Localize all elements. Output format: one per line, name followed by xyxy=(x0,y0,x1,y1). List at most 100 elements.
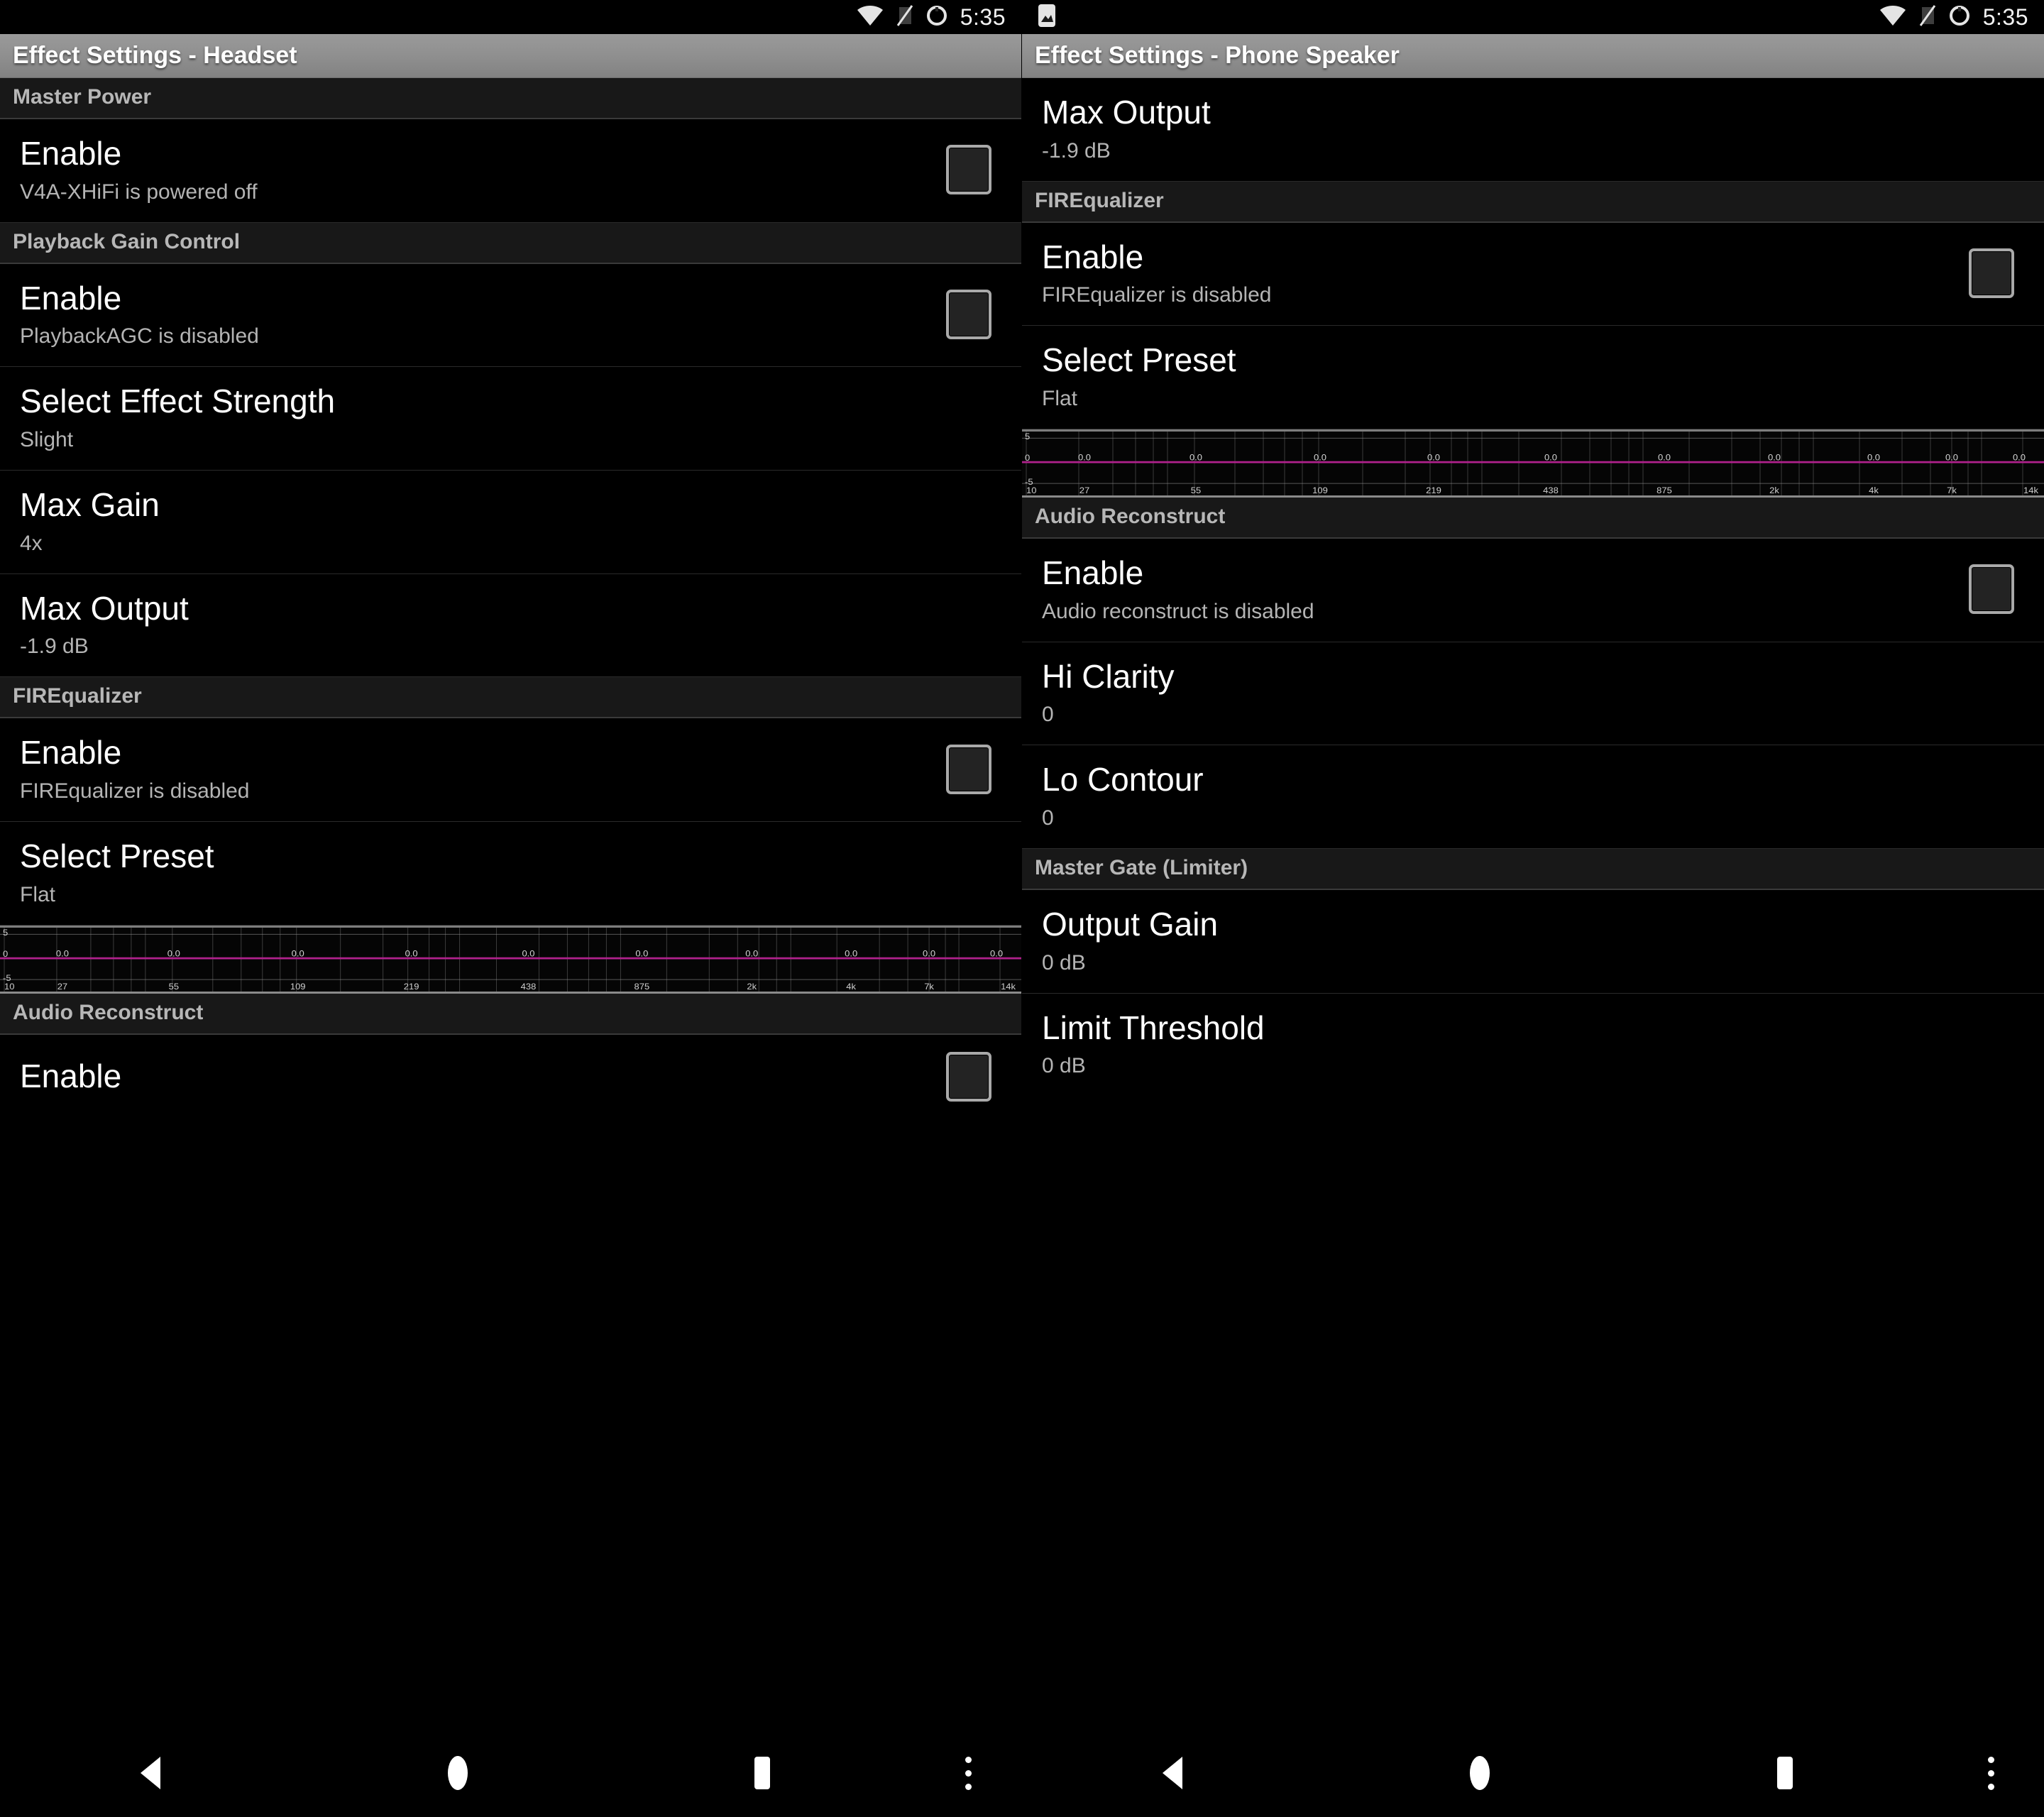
svg-text:0.0: 0.0 xyxy=(1544,453,1557,463)
svg-text:109: 109 xyxy=(1312,486,1328,495)
settings-row[interactable]: Select Preset Flat xyxy=(1022,326,2044,430)
svg-text:438: 438 xyxy=(1543,486,1559,495)
svg-text:14k: 14k xyxy=(1001,982,1016,991)
recents-button[interactable] xyxy=(610,1729,915,1817)
page-title-left: Effect Settings - Headset xyxy=(13,42,297,69)
enable-checkbox[interactable] xyxy=(1969,248,2014,298)
settings-row-texts: Max Output -1.9 dB xyxy=(1042,94,2031,163)
settings-row-title: Enable xyxy=(20,135,122,172)
svg-text:27: 27 xyxy=(1079,486,1089,495)
right-phone-panel: 5:35 Effect Settings - Phone Speaker Max… xyxy=(1022,0,2044,1817)
section-header: Audio Reconstruct xyxy=(1022,498,2044,539)
settings-row[interactable]: Lo Contour 0 xyxy=(1022,745,2044,850)
settings-row-title: Select Effect Strength xyxy=(20,383,336,420)
settings-row-summary: 0 dB xyxy=(1042,950,1086,975)
settings-row[interactable]: Enable Audio reconstruct is disabled xyxy=(1022,539,2044,642)
svg-text:0.0: 0.0 xyxy=(1658,453,1671,463)
wifi-icon xyxy=(857,5,884,30)
settings-row-title: Max Output xyxy=(1042,94,1211,131)
svg-text:14k: 14k xyxy=(2023,486,2039,495)
svg-text:5: 5 xyxy=(3,928,8,938)
svg-text:7k: 7k xyxy=(924,982,934,991)
settings-row-summary: -1.9 dB xyxy=(1042,138,1111,163)
settings-row-summary: 0 xyxy=(1042,806,1054,830)
svg-text:438: 438 xyxy=(521,982,537,991)
enable-checkbox[interactable] xyxy=(946,744,991,794)
settings-row[interactable]: Max Output -1.9 dB xyxy=(0,574,1021,678)
svg-text:55: 55 xyxy=(169,982,179,991)
settings-list-left[interactable]: Master Power Enable V4A-XHiFi is powered o… xyxy=(0,78,1021,1729)
settings-row-texts: Enable V4A-XHiFi is powered off xyxy=(20,135,946,203)
section-header: Playback Gain Control xyxy=(0,222,1021,264)
enable-checkbox[interactable] xyxy=(946,290,991,339)
settings-row[interactable]: Select Effect Strength Slight xyxy=(0,367,1021,471)
overflow-dots-icon xyxy=(1987,1756,1994,1790)
settings-list-right[interactable]: Max Output -1.9 dB FIREqualizer Enable FIREq… xyxy=(1022,78,2044,1729)
equalizer-graph[interactable]: 5 0 -5 10 27 55 109 219 438 875 2k 4k 7k 14k 0.0 0.0 0.0… xyxy=(1022,429,2044,498)
status-bar-left: 5:35 xyxy=(0,0,1021,34)
home-button[interactable] xyxy=(305,1729,610,1817)
enable-checkbox[interactable] xyxy=(946,145,991,195)
equalizer-graph[interactable]: 5 0 -5 10 27 55 109 219 438 875 2k 4k 7k 14k 0.0 0.0 0.0… xyxy=(0,925,1021,994)
overflow-dots-icon xyxy=(965,1756,972,1790)
title-bar-left: Effect Settings - Headset xyxy=(0,34,1021,78)
section-header-label: FIREqualizer xyxy=(1035,188,1164,212)
settings-row-texts: Lo Contour 0 xyxy=(1042,762,2031,830)
settings-row-title: Enable xyxy=(20,279,122,317)
svg-text:0.0: 0.0 xyxy=(1427,453,1440,463)
settings-row-title: Max Gain xyxy=(20,486,160,524)
svg-text:5: 5 xyxy=(1025,432,1030,442)
settings-row[interactable]: Enable xyxy=(0,1035,1021,1120)
settings-row-summary: Flat xyxy=(20,882,56,906)
section-header-label: Master Gate (Limiter) xyxy=(1035,856,1248,880)
svg-text:0.0: 0.0 xyxy=(56,948,69,958)
settings-row[interactable]: Enable FIREqualizer is disabled xyxy=(0,718,1021,823)
settings-row[interactable]: Max Gain 4x xyxy=(0,471,1021,574)
svg-text:0.0: 0.0 xyxy=(1768,453,1781,463)
battery-icon xyxy=(1947,4,1972,31)
recents-button[interactable] xyxy=(1632,1729,1938,1817)
section-header: Master Gate (Limiter) xyxy=(1022,849,2044,891)
svg-text:875: 875 xyxy=(1656,486,1672,495)
svg-text:0.0: 0.0 xyxy=(2013,453,2026,463)
overflow-menu-button[interactable] xyxy=(915,1729,1021,1817)
settings-row[interactable]: Select Preset Flat xyxy=(0,822,1021,926)
settings-row[interactable]: Limit Threshold 0 dB xyxy=(1022,994,2044,1097)
settings-row-title: Output Gain xyxy=(1042,906,1219,943)
svg-text:0.0: 0.0 xyxy=(1867,453,1880,463)
nav-bar-right xyxy=(1022,1729,2044,1817)
status-bar-right-left-icons xyxy=(1038,4,1879,31)
battery-icon xyxy=(925,4,949,31)
settings-row-summary: 4x xyxy=(20,531,43,555)
settings-row[interactable]: Max Output -1.9 dB xyxy=(1022,78,2044,182)
settings-row[interactable]: Enable PlaybackAGC is disabled xyxy=(0,264,1021,368)
settings-row-title: Enable xyxy=(20,1057,122,1094)
svg-text:109: 109 xyxy=(290,982,306,991)
enable-checkbox[interactable] xyxy=(946,1051,991,1102)
settings-row-title: Select Preset xyxy=(20,838,214,875)
settings-row[interactable]: Output Gain 0 dB xyxy=(1022,890,2044,994)
enable-checkbox[interactable] xyxy=(1969,564,2014,615)
home-button[interactable] xyxy=(1327,1729,1632,1817)
settings-row-texts: Enable FIREqualizer is disabled xyxy=(1042,239,1969,307)
overflow-menu-button[interactable] xyxy=(1938,1729,2044,1817)
settings-row-texts: Output Gain 0 dB xyxy=(1042,906,2031,975)
settings-row[interactable]: Enable V4A-XHiFi is powered off xyxy=(0,119,1021,223)
svg-text:0.0: 0.0 xyxy=(1314,453,1326,463)
svg-text:0: 0 xyxy=(3,949,8,959)
dual-screenshot: 5:35 Effect Settings - Headset Master Po… xyxy=(0,0,2044,1817)
settings-row-summary: FIREqualizer is disabled xyxy=(20,779,250,803)
settings-row-title: Select Preset xyxy=(1042,341,1236,379)
back-button[interactable] xyxy=(1022,1729,1327,1817)
settings-row[interactable]: Hi Clarity 0 xyxy=(1022,642,2044,746)
image-notification-icon xyxy=(1038,4,1056,31)
status-bar-right: 5:35 xyxy=(1022,0,2044,34)
signal-off-icon xyxy=(1918,4,1936,31)
settings-row[interactable]: Enable FIREqualizer is disabled xyxy=(1022,223,2044,326)
back-button[interactable] xyxy=(0,1729,305,1817)
settings-row-summary: -1.9 dB xyxy=(20,635,89,659)
svg-text:0.0: 0.0 xyxy=(745,948,758,958)
svg-text:0.0: 0.0 xyxy=(923,948,935,958)
settings-row-title: Hi Clarity xyxy=(1042,657,1175,695)
status-bar-right-icons: 5:35 xyxy=(857,4,1006,31)
